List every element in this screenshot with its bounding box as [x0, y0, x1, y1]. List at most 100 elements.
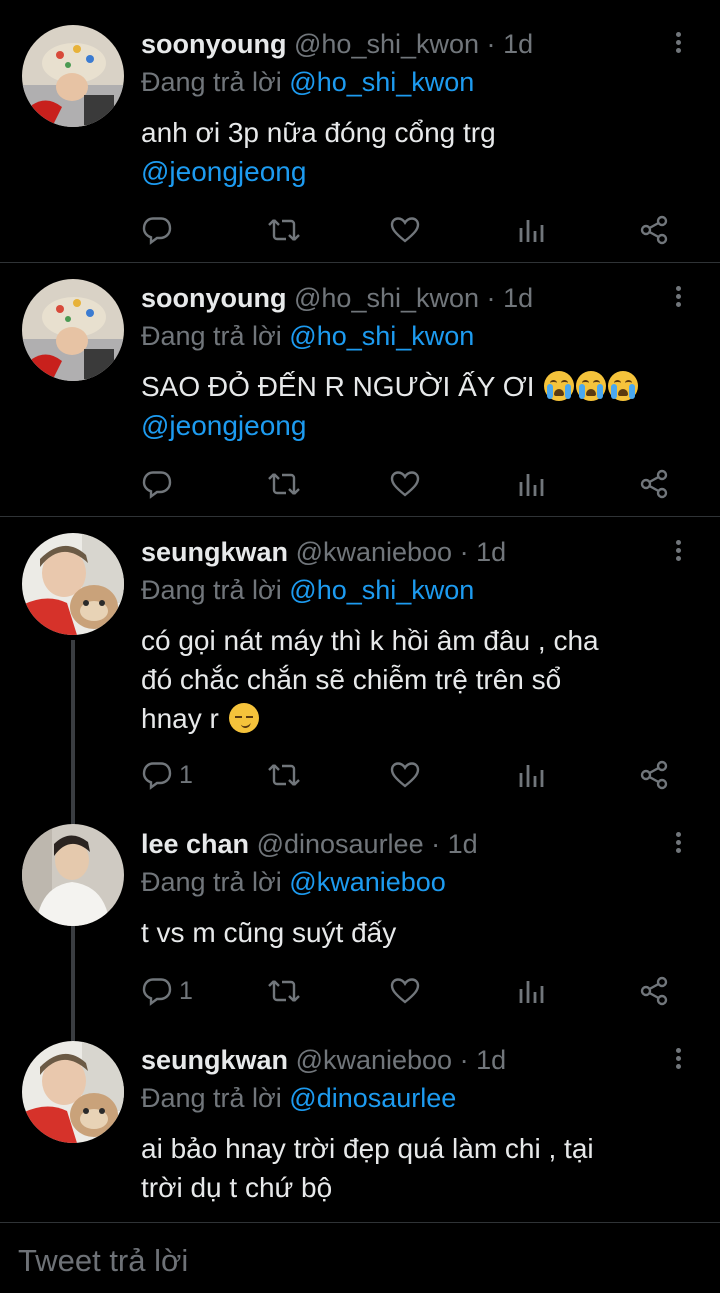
reply-context: Đang trả lời @dinosaurlee — [141, 1080, 456, 1116]
reply-button[interactable] — [141, 464, 173, 504]
analytics-icon — [519, 220, 544, 242]
reply-context: Đang trả lời @ho_shi_kwon — [141, 318, 474, 354]
reply-to-mention[interactable]: @ho_shi_kwon — [289, 67, 474, 97]
like-button[interactable] — [389, 464, 421, 504]
analytics-button[interactable] — [516, 210, 546, 250]
crying-face-emoji — [608, 371, 639, 401]
more-icon[interactable] — [670, 829, 686, 859]
reply-context: Đang trả lời @kwanieboo — [141, 864, 446, 900]
like-button[interactable] — [389, 971, 421, 1011]
tweet-text: t vs m cũng suýt đấy — [141, 913, 681, 952]
reply-to-mention[interactable]: @ho_shi_kwon — [289, 321, 474, 351]
analytics-button[interactable] — [516, 755, 546, 795]
retweet-button[interactable] — [266, 210, 302, 250]
action-bar: 1 — [0, 971, 720, 1011]
tweet[interactable]: soonyoung @ho_shi_kwon · 1d Đang trả lời… — [0, 0, 720, 262]
like-icon — [390, 217, 420, 243]
display-name[interactable]: seungkwan — [141, 1045, 288, 1075]
share-icon — [640, 976, 668, 1006]
retweet-button[interactable] — [266, 464, 302, 504]
tweet[interactable]: seungkwan @kwanieboo · 1d Đang trả lời @… — [0, 517, 720, 807]
reply-to-mention[interactable]: @kwanieboo — [289, 867, 446, 897]
more-icon[interactable] — [670, 537, 686, 567]
text-mention[interactable]: @jeongjeong — [141, 152, 681, 191]
analytics-button[interactable] — [516, 464, 546, 504]
like-icon — [390, 762, 420, 788]
meta-separator: · — [486, 283, 496, 313]
share-button[interactable] — [638, 971, 670, 1011]
like-button[interactable] — [389, 210, 421, 250]
reply-count: 1 — [179, 760, 193, 789]
tweet-header: lee chan @dinosaurlee · 1d — [141, 826, 478, 862]
like-button[interactable] — [389, 755, 421, 795]
reply-button[interactable]: 1 — [141, 755, 193, 795]
avatar[interactable] — [22, 533, 124, 635]
tweet-text-line: ai bảo hnay trời đẹp quá làm chi , tại — [141, 1133, 594, 1164]
reply-button[interactable]: 1 — [141, 971, 193, 1011]
user-handle[interactable]: @kwanieboo — [296, 1045, 453, 1075]
user-handle[interactable]: @kwanieboo — [296, 537, 453, 567]
tweet-text-line: có gọi nát máy thì k hồi âm đâu , cha — [141, 625, 599, 656]
analytics-icon — [519, 474, 544, 496]
tweet[interactable]: soonyoung @ho_shi_kwon · 1d Đang trả lời… — [0, 263, 720, 516]
share-button[interactable] — [638, 755, 670, 795]
tweet-text-line: anh ơi 3p nữa đóng cổng trg — [141, 117, 496, 148]
analytics-icon — [519, 981, 544, 1003]
tweet-header: seungkwan @kwanieboo · 1d — [141, 534, 506, 570]
user-handle[interactable]: @dinosaurlee — [257, 829, 424, 859]
action-bar — [0, 210, 720, 250]
retweet-icon — [268, 764, 300, 786]
reply-to-mention[interactable]: @dinosaurlee — [289, 1083, 456, 1113]
avatar[interactable] — [22, 279, 124, 381]
reply-prefix: Đang trả lời — [141, 867, 282, 897]
share-button[interactable] — [638, 210, 670, 250]
like-icon — [390, 471, 420, 497]
reply-to-mention[interactable]: @ho_shi_kwon — [289, 575, 474, 605]
share-button[interactable] — [638, 464, 670, 504]
tweet-text-content: hnay r — [141, 703, 219, 734]
timestamp: 1d — [476, 1045, 507, 1075]
meta-separator: · — [431, 829, 441, 859]
avatar[interactable] — [22, 824, 124, 926]
retweet-icon — [268, 473, 300, 495]
reply-icon — [142, 471, 172, 499]
tweet-header: soonyoung @ho_shi_kwon · 1d — [141, 26, 533, 62]
display-name[interactable]: lee chan — [141, 829, 249, 859]
retweet-button[interactable] — [266, 755, 302, 795]
user-handle[interactable]: @ho_shi_kwon — [294, 283, 479, 313]
action-bar — [0, 464, 720, 504]
like-icon — [390, 978, 420, 1004]
meta-separator: · — [459, 537, 469, 567]
share-icon — [640, 760, 668, 790]
crying-face-emoji — [544, 371, 575, 401]
more-icon[interactable] — [670, 29, 686, 59]
display-name[interactable]: seungkwan — [141, 537, 288, 567]
reply-button[interactable] — [141, 210, 173, 250]
retweet-icon — [268, 980, 300, 1002]
reply-icon — [142, 978, 172, 1006]
action-bar: 1 — [0, 755, 720, 795]
retweet-button[interactable] — [266, 971, 302, 1011]
timestamp: 1d — [447, 829, 478, 859]
reply-compose-input[interactable]: Tweet trả lời — [18, 1243, 188, 1279]
tweet-text-line: t vs m cũng suýt đấy — [141, 917, 397, 948]
more-icon[interactable] — [670, 1045, 686, 1075]
display-name[interactable]: soonyoung — [141, 283, 286, 313]
text-mention[interactable]: @jeongjeong — [141, 406, 701, 445]
tweet[interactable]: seungkwan @kwanieboo · 1d Đang trả lời @… — [0, 1024, 720, 1222]
reply-context: Đang trả lời @ho_shi_kwon — [141, 572, 474, 608]
meta-separator: · — [486, 29, 496, 59]
avatar[interactable] — [22, 25, 124, 127]
reply-prefix: Đang trả lời — [141, 321, 282, 351]
display-name[interactable]: soonyoung — [141, 29, 286, 59]
tweet-text-line: hnay r — [141, 699, 681, 738]
tweet-text-line: đó chắc chắn sẽ chiễm trệ trên sổ — [141, 664, 562, 695]
analytics-button[interactable] — [516, 971, 546, 1011]
user-handle[interactable]: @ho_shi_kwon — [294, 29, 479, 59]
tweet[interactable]: lee chan @dinosaurlee · 1d Đang trả lời … — [0, 808, 720, 1023]
retweet-icon — [268, 219, 300, 241]
more-icon[interactable] — [670, 283, 686, 313]
analytics-icon — [519, 765, 544, 787]
avatar[interactable] — [22, 1041, 124, 1143]
reply-count: 1 — [179, 976, 193, 1005]
